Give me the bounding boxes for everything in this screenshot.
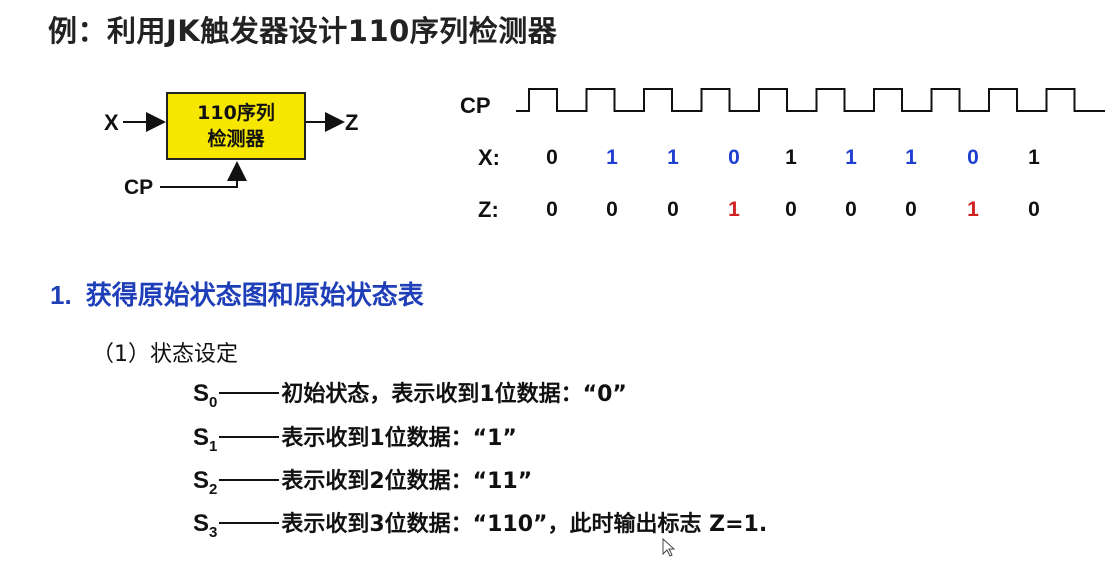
- dash-separator: [219, 436, 280, 438]
- state-item: S1 表示收到1位数据：“1”: [193, 420, 517, 455]
- state-name: S: [193, 380, 210, 407]
- state-subscript: 0: [209, 394, 218, 411]
- x-bit: 0: [546, 146, 558, 169]
- x-bit: 1: [845, 146, 857, 169]
- dash-separator: [219, 479, 280, 481]
- dash-separator: [219, 392, 280, 394]
- z-bit: 1: [967, 198, 979, 221]
- state-name: S: [193, 424, 210, 451]
- x-bit: 0: [728, 146, 740, 169]
- z-row-label: Z:: [478, 197, 499, 222]
- x-bit: 0: [967, 146, 979, 169]
- state-description: 表示收到1位数据：“1”: [281, 426, 517, 451]
- state-description: 初始状态，表示收到1位数据：“0”: [281, 382, 627, 407]
- z-bit: 0: [1028, 198, 1040, 221]
- state-name: S: [193, 467, 210, 494]
- state-description: 表示收到3位数据：“110”，此时输出标志 Z=1.: [281, 512, 768, 537]
- state-subscript: 3: [209, 524, 218, 541]
- state-subscript: 1: [209, 438, 218, 455]
- state-description: 表示收到2位数据：“11”: [281, 469, 533, 494]
- z-bit: 1: [728, 198, 740, 221]
- x-bit: 1: [606, 146, 618, 169]
- mouse-cursor-icon: [662, 538, 676, 557]
- state-item: S2 表示收到2位数据：“11”: [193, 463, 532, 498]
- dash-separator: [219, 522, 280, 524]
- x-bit: 1: [785, 146, 797, 169]
- z-bit: 0: [845, 198, 857, 221]
- x-bit: 1: [1028, 146, 1040, 169]
- z-bit: 0: [667, 198, 679, 221]
- subsection-heading: （1）状态设定: [92, 342, 238, 367]
- z-bit: 0: [785, 198, 797, 221]
- section-number: 1.: [50, 280, 72, 310]
- z-bit: 0: [905, 198, 917, 221]
- z-bit: 0: [546, 198, 558, 221]
- state-name: S: [193, 510, 210, 537]
- section-title: 获得原始状态图和原始状态表: [85, 281, 424, 311]
- state-item: S3 表示收到3位数据：“110”，此时输出标志 Z=1.: [193, 506, 767, 541]
- section-heading: 1. 获得原始状态图和原始状态表: [50, 275, 424, 312]
- state-subscript: 2: [209, 481, 218, 498]
- x-bit: 1: [905, 146, 917, 169]
- x-bit: 1: [667, 146, 679, 169]
- z-bit: 0: [606, 198, 618, 221]
- state-item: S0 初始状态，表示收到1位数据：“0”: [193, 376, 627, 411]
- x-row-label: X:: [478, 145, 500, 170]
- cp-waveform-line: [516, 88, 1105, 112]
